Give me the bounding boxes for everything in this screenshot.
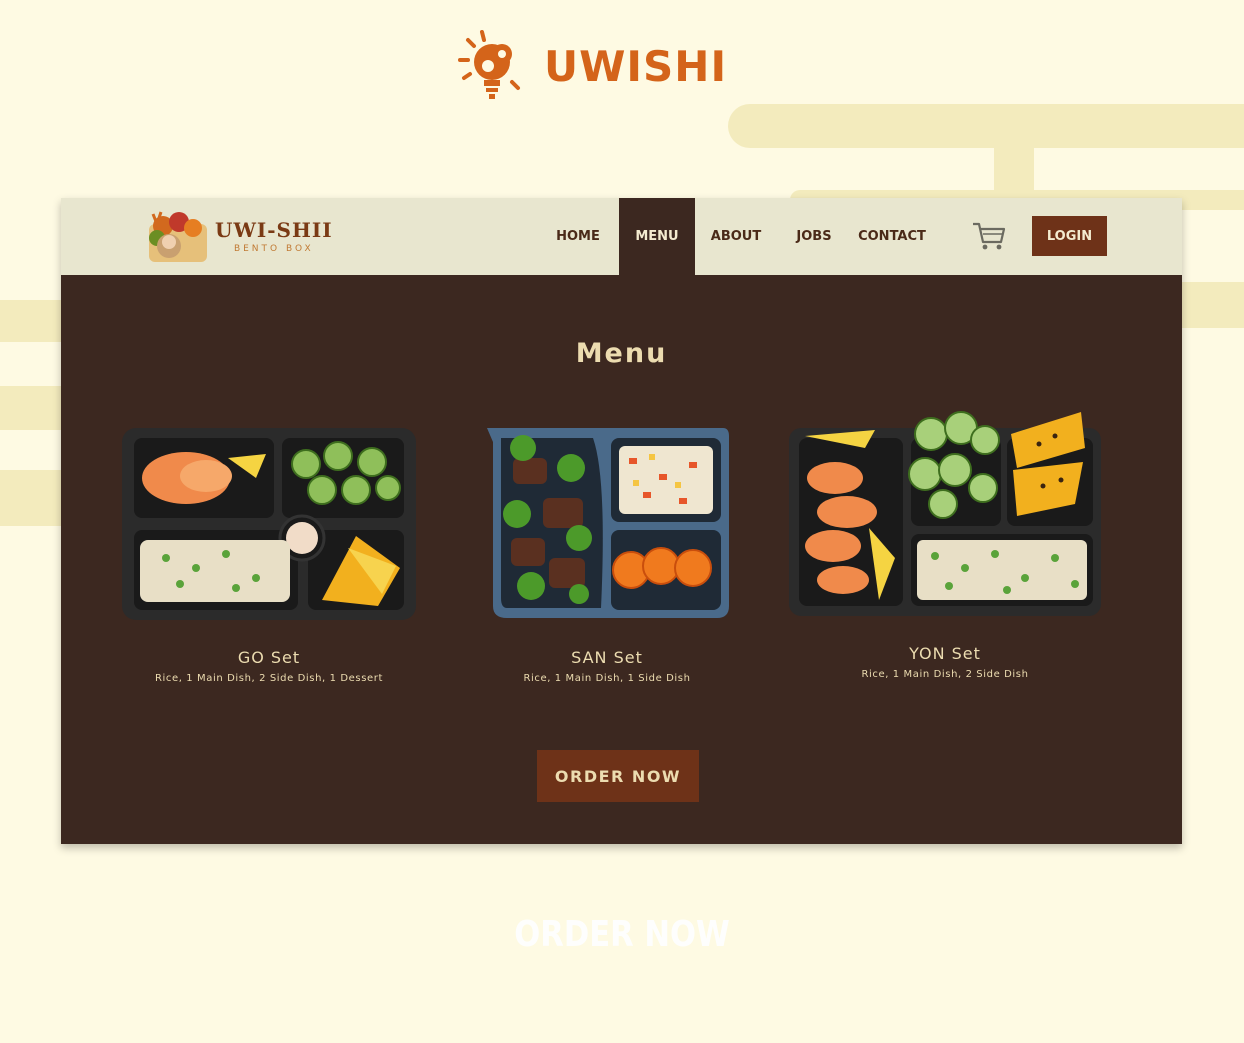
- bento-logo-icon: [149, 211, 207, 262]
- menu-card-san[interactable]: SAN Set Rice, 1 Main Dish, 1 Side Dish: [447, 418, 767, 684]
- nav-jobs[interactable]: JOBS: [786, 198, 842, 275]
- menu-item-description: Rice, 1 Main Dish, 2 Side Dish, 1 Desser…: [154, 673, 384, 684]
- navbar: UWI-SHII BENTO BOX HOME MENU ABOUT JOBS …: [61, 198, 1182, 275]
- go-set-bento-image: [122, 428, 416, 620]
- cart-icon[interactable]: [971, 220, 1007, 252]
- nav-about[interactable]: ABOUT: [703, 198, 769, 275]
- nav-home[interactable]: HOME: [547, 198, 609, 275]
- yon-set-bento-image: [789, 411, 1101, 616]
- decor-cloud-stripe: [728, 104, 1244, 148]
- menu-title: Menu: [575, 338, 668, 369]
- san-set-bento-image: [487, 428, 729, 618]
- menu-card-yon[interactable]: YON Set Rice, 1 Main Dish, 2 Side Dish: [785, 408, 1105, 680]
- order-now-button[interactable]: ORDER NOW: [537, 750, 699, 802]
- menu-item-name: GO Set: [237, 648, 301, 667]
- lightbulb-gear-icon: [458, 30, 520, 99]
- footer-order-now-text: ORDER NOW: [514, 914, 730, 955]
- site-logo-title: UWI-SHII: [215, 218, 333, 242]
- menu-item-description: Rice, 1 Main Dish, 1 Side Dish: [523, 673, 691, 684]
- website-mockup: UWI-SHII BENTO BOX HOME MENU ABOUT JOBS …: [61, 198, 1182, 844]
- menu-item-description: Rice, 1 Main Dish, 2 Side Dish: [861, 669, 1029, 680]
- menu-item-name: SAN Set: [571, 648, 643, 667]
- brand-logo: UWISHI: [456, 30, 727, 102]
- nav-menu[interactable]: MENU: [619, 198, 695, 275]
- site-logo-subtitle: BENTO BOX: [233, 244, 314, 254]
- menu-card-go[interactable]: GO Set Rice, 1 Main Dish, 2 Side Dish, 1…: [109, 418, 429, 684]
- decor-cloud-stripe: [994, 148, 1034, 190]
- nav-contact[interactable]: CONTACT: [857, 198, 927, 275]
- menu-item-name: YON Set: [909, 644, 981, 663]
- site-logo[interactable]: UWI-SHII BENTO BOX: [145, 206, 333, 266]
- login-button[interactable]: LOGIN: [1032, 216, 1107, 256]
- brand-name: UWISHI: [544, 41, 728, 91]
